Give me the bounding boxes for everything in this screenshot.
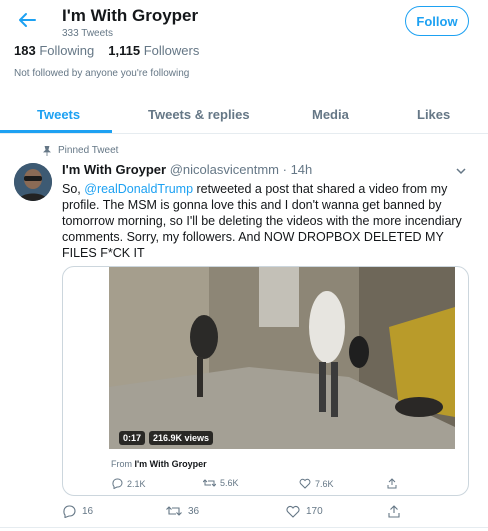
card-retweet-button[interactable]: 5.6K	[203, 478, 239, 488]
embedded-tweet-card[interactable]: 0:17 216.9K views From I'm With Groyper …	[62, 266, 469, 496]
video-views: 216.9K views	[149, 431, 214, 445]
tweet-handle-time: @nicolasvicentmm · 14h	[169, 162, 313, 177]
card-share-button[interactable]	[387, 478, 397, 489]
profile-stats: 183 Following 1,115 Followers	[14, 43, 199, 58]
card-reply-button[interactable]: 2.1K	[111, 478, 146, 489]
retweet-button[interactable]: 36	[166, 505, 199, 517]
active-tab-indicator	[0, 130, 112, 133]
reply-icon	[112, 478, 123, 489]
card-source-name[interactable]: I'm With Groyper	[135, 459, 207, 469]
profile-tabs: Tweets Tweets & replies Media Likes	[0, 95, 488, 134]
video-player[interactable]	[109, 267, 455, 449]
avatar[interactable]	[14, 163, 52, 201]
reply-button[interactable]: 16	[62, 505, 93, 518]
like-button[interactable]: 170	[286, 505, 323, 518]
card-source: From I'm With Groyper	[111, 459, 207, 469]
following-link[interactable]: 183 Following	[14, 43, 94, 58]
back-arrow-icon[interactable]	[16, 9, 38, 31]
share-button[interactable]	[388, 505, 400, 518]
tab-likes[interactable]: Likes	[417, 107, 450, 122]
tweet-count: 333 Tweets	[62, 28, 113, 39]
retweet-icon	[166, 506, 182, 516]
share-icon	[387, 478, 397, 489]
tweet-author-name[interactable]: I'm With Groyper	[62, 162, 166, 177]
mention-link[interactable]: @realDonaldTrump	[84, 182, 193, 196]
card-actions: 2.1K 5.6K 7.6K	[111, 478, 411, 492]
profile-title: I'm With Groyper	[62, 6, 199, 25]
tab-media[interactable]: Media	[312, 107, 349, 122]
chevron-down-icon[interactable]	[456, 164, 466, 178]
heart-icon	[286, 505, 300, 518]
tweet-actions: 16 36 170	[62, 505, 462, 521]
heart-icon	[299, 478, 311, 489]
followers-link[interactable]: 1,115 Followers	[108, 43, 199, 58]
tab-tweets[interactable]: Tweets	[37, 107, 80, 122]
tweet-text: So, @realDonaldTrump retweeted a post th…	[62, 182, 462, 260]
video-duration: 0:17	[119, 431, 146, 445]
follow-button[interactable]: Follow	[405, 6, 469, 36]
tweet-author-line: I'm With Groyper @nicolasvicentmm · 14h	[62, 162, 312, 177]
reply-icon	[63, 505, 76, 518]
pin-icon	[43, 145, 51, 156]
not-followed-note: Not followed by anyone you're following	[14, 68, 190, 79]
video-overlay-badges: 0:17 216.9K views	[119, 431, 214, 445]
tab-tweets-replies[interactable]: Tweets & replies	[148, 107, 250, 122]
card-like-button[interactable]: 7.6K	[299, 478, 334, 489]
divider	[0, 527, 488, 528]
pinned-label: Pinned Tweet	[42, 145, 118, 156]
retweet-icon	[203, 479, 216, 487]
share-icon	[388, 505, 400, 518]
